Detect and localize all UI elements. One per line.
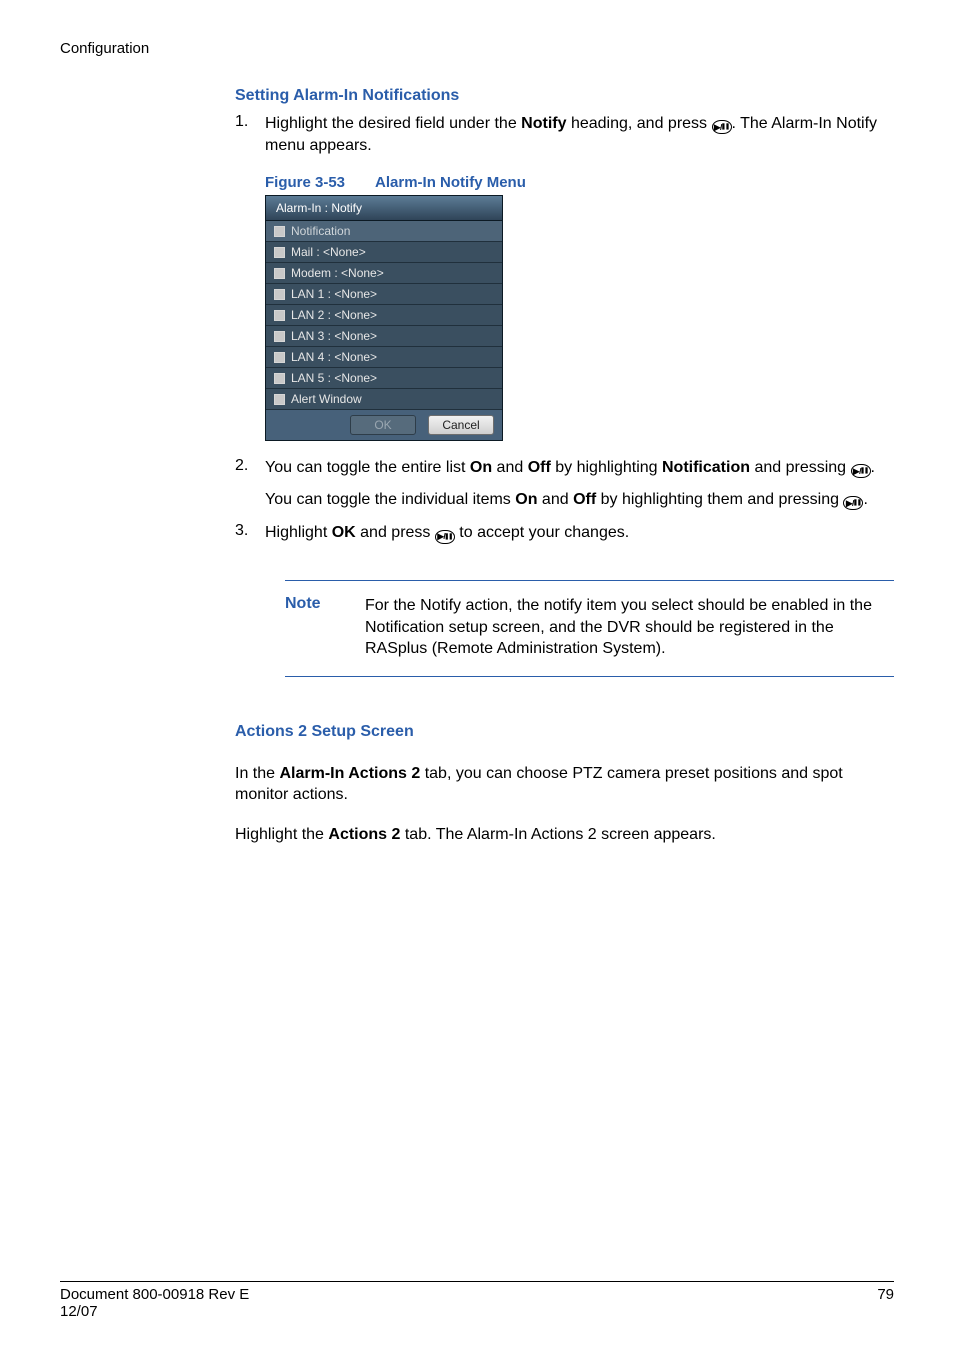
checkbox-icon[interactable] <box>274 289 285 300</box>
menu-row-label: LAN 4 : <None> <box>291 350 377 364</box>
footer-date: 12/07 <box>60 1303 249 1320</box>
page-footer: Document 800-00918 Rev E 12/07 79 <box>60 1281 894 1320</box>
checkbox-icon[interactable] <box>274 247 285 258</box>
menu-row-label: LAN 5 : <None> <box>291 371 377 385</box>
text-fragment: Highlight the desired field under the <box>265 115 521 132</box>
checkbox-icon[interactable] <box>274 268 285 279</box>
text-bold: Off <box>528 459 551 476</box>
menu-row-label: Modem : <None> <box>291 266 384 280</box>
checkbox-icon[interactable] <box>274 373 285 384</box>
menu-footer: OK Cancel <box>266 410 502 440</box>
menu-row-lan3[interactable]: LAN 3 : <None> <box>266 326 502 347</box>
note-box: Note For the Notify action, the notify i… <box>285 580 894 677</box>
text-fragment: . <box>871 459 875 476</box>
checkbox-icon[interactable] <box>274 394 285 405</box>
paragraph: Highlight the Actions 2 tab. The Alarm-I… <box>235 824 894 846</box>
menu-row-notification[interactable]: Notification <box>266 221 502 242</box>
note-label: Note <box>285 595 365 660</box>
menu-row-modem[interactable]: Modem : <None> <box>266 263 502 284</box>
step-text: You can toggle the entire list On and Of… <box>265 457 894 479</box>
text-bold: Off <box>573 491 596 508</box>
text-bold: On <box>515 491 537 508</box>
play-pause-icon <box>435 530 455 544</box>
cancel-button[interactable]: Cancel <box>428 415 494 435</box>
footer-left: Document 800-00918 Rev E 12/07 <box>60 1286 249 1320</box>
menu-row-lan5[interactable]: LAN 5 : <None> <box>266 368 502 389</box>
footer-page-number: 79 <box>877 1286 894 1320</box>
text-fragment: by highlighting them and pressing <box>596 491 843 508</box>
figure-caption: Figure 3-53 Alarm-In Notify Menu <box>265 174 894 191</box>
text-bold: Actions 2 <box>328 826 400 843</box>
menu-row-label: Alert Window <box>291 392 362 406</box>
menu-title-bar: Alarm-In : Notify <box>266 196 502 221</box>
alarm-in-notify-menu: Alarm-In : Notify Notification Mail : <N… <box>265 195 503 441</box>
text-bold: OK <box>332 524 356 541</box>
text-fragment: heading, and press <box>567 115 712 132</box>
menu-row-label: Mail : <None> <box>291 245 366 259</box>
text-bold: On <box>470 459 492 476</box>
step-1: 1. Highlight the desired field under the… <box>235 113 894 156</box>
step-number: 1. <box>235 113 265 156</box>
paragraph: In the Alarm-In Actions 2 tab, you can c… <box>235 763 894 806</box>
checkbox-icon[interactable] <box>274 352 285 363</box>
section-heading-2: Actions 2 Setup Screen <box>235 723 894 741</box>
figure-number: Figure 3-53 <box>265 174 345 191</box>
text-bold: Notify <box>521 115 566 132</box>
text-fragment: and <box>492 459 528 476</box>
note-text: For the Notify action, the notify item y… <box>365 595 894 660</box>
menu-row-label: Notification <box>291 224 350 238</box>
step-text: Highlight the desired field under the No… <box>265 113 894 156</box>
section-heading-1: Setting Alarm-In Notifications <box>235 87 894 105</box>
main-content: Setting Alarm-In Notifications 1. Highli… <box>235 87 894 846</box>
step-3: 3. Highlight OK and press to accept your… <box>235 522 894 544</box>
ok-button[interactable]: OK <box>350 415 416 435</box>
text-fragment: to accept your changes. <box>455 524 629 541</box>
text-fragment: . <box>863 491 867 508</box>
step-text: Highlight OK and press to accept your ch… <box>265 522 894 544</box>
play-pause-icon <box>843 496 863 510</box>
play-pause-icon <box>712 120 732 134</box>
checkbox-icon[interactable] <box>274 310 285 321</box>
text-fragment: You can toggle the entire list <box>265 459 470 476</box>
footer-doc-id: Document 800-00918 Rev E <box>60 1286 249 1303</box>
text-fragment: tab. The Alarm-In Actions 2 screen appea… <box>400 826 715 843</box>
checkbox-icon[interactable] <box>274 331 285 342</box>
step-number: 2. <box>235 457 265 479</box>
text-fragment: and press <box>356 524 435 541</box>
step-number: 3. <box>235 522 265 544</box>
checkbox-icon[interactable] <box>274 226 285 237</box>
menu-row-label: LAN 3 : <None> <box>291 329 377 343</box>
text-bold: Notification <box>662 459 750 476</box>
menu-row-alert-window[interactable]: Alert Window <box>266 389 502 410</box>
menu-row-lan2[interactable]: LAN 2 : <None> <box>266 305 502 326</box>
text-fragment: by highlighting <box>551 459 662 476</box>
text-fragment: In the <box>235 765 279 782</box>
step-2: 2. You can toggle the entire list On and… <box>235 457 894 479</box>
text-bold: Alarm-In Actions 2 <box>279 765 420 782</box>
text-fragment: and <box>537 491 573 508</box>
figure-title: Alarm-In Notify Menu <box>375 174 526 191</box>
menu-row-lan4[interactable]: LAN 4 : <None> <box>266 347 502 368</box>
text-fragment: Highlight <box>265 524 332 541</box>
text-fragment: You can toggle the individual items <box>265 491 515 508</box>
step-2-continuation: You can toggle the individual items On a… <box>265 489 894 511</box>
text-fragment: Highlight the <box>235 826 328 843</box>
play-pause-icon <box>851 464 871 478</box>
menu-row-label: LAN 2 : <None> <box>291 308 377 322</box>
text-fragment: and pressing <box>750 459 851 476</box>
menu-row-lan1[interactable]: LAN 1 : <None> <box>266 284 502 305</box>
menu-row-mail[interactable]: Mail : <None> <box>266 242 502 263</box>
menu-row-label: LAN 1 : <None> <box>291 287 377 301</box>
running-header: Configuration <box>60 40 894 57</box>
